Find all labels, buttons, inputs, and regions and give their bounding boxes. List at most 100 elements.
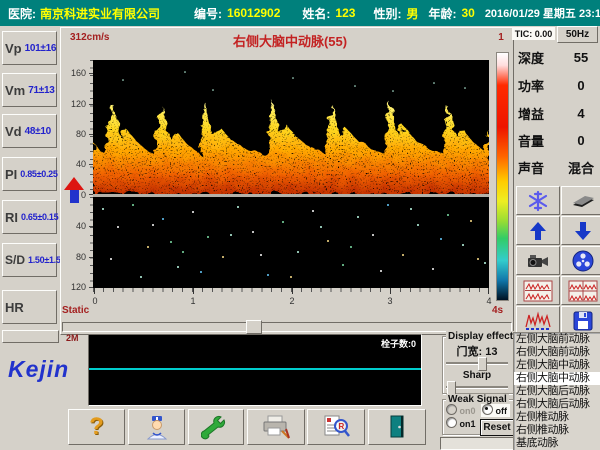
patient-header-bar: 医院: 南京科进实业有限公司 编号: 16012902 姓名: 123 性别: …	[0, 0, 600, 26]
baseline-down-button[interactable]	[561, 216, 600, 245]
sharp-label: Sharp	[446, 370, 508, 381]
artery-item-0[interactable]: 左侧大脑前动脉	[514, 333, 600, 346]
save-button[interactable]	[561, 306, 600, 335]
replay-button[interactable]	[561, 246, 600, 275]
x-major-tick	[292, 288, 293, 294]
sharp-slider-thumb[interactable]	[447, 381, 456, 395]
param-row-pi: PI 0.85±0.25	[2, 157, 57, 191]
help-button[interactable]: ?	[68, 409, 125, 445]
reset-button[interactable]: Reset	[480, 419, 514, 436]
question-mark-icon: ?	[89, 413, 104, 441]
spectrum-waveform	[93, 60, 489, 194]
x-tick-1: 1	[186, 296, 200, 306]
gender-label: 性别:	[373, 5, 401, 22]
gain-value: 4	[564, 106, 598, 121]
artery-item-1[interactable]: 右侧大脑前动脉	[514, 346, 600, 359]
settings-button[interactable]	[188, 409, 244, 445]
weak-signal-on1-option[interactable]: on1	[446, 417, 476, 429]
quad-trace-view-button[interactable]	[561, 276, 600, 305]
artery-item-5[interactable]: 右侧大脑后动脉	[514, 398, 600, 411]
spectrum-noise-specks	[122, 71, 466, 92]
volume-value: 0	[564, 133, 598, 148]
reverse-channel-display[interactable]	[93, 197, 489, 288]
patient-name-label: 姓名:	[302, 5, 330, 22]
freeze-button[interactable]	[516, 186, 560, 215]
printer-icon	[260, 413, 292, 441]
display-effect-title: Display effect	[446, 331, 515, 342]
filter-frequency-button[interactable]: 50Hz	[557, 26, 598, 43]
on0-label: on0	[460, 406, 476, 416]
spectrum-mode-button[interactable]	[516, 306, 560, 335]
gate-width-value: 13	[485, 346, 497, 358]
x-tick-2: 2	[285, 296, 299, 306]
power-row: 功率 0	[518, 76, 598, 94]
weak-signal-off-option[interactable]: off	[481, 404, 510, 417]
hr-label: HR	[5, 300, 24, 315]
time-scrollbar-track[interactable]	[62, 322, 512, 332]
print-button[interactable]	[247, 409, 305, 445]
tcd-application-window: 医院: 南京科进实业有限公司 编号: 16012902 姓名: 123 性别: …	[0, 0, 600, 450]
patient-name-value: 123	[335, 6, 355, 20]
single-trace-view-button[interactable]	[516, 276, 560, 305]
gate-width-slider-track[interactable]	[446, 362, 508, 365]
volume-row: 音量 0	[518, 131, 598, 149]
baseline-up-button[interactable]	[516, 216, 560, 245]
film-reel-icon	[571, 249, 595, 273]
vessel-title: 右侧大脑中动脉(55)	[110, 31, 470, 50]
artery-item-4[interactable]: 左侧大脑后动脉	[514, 385, 600, 398]
envelope-tool-button[interactable]	[561, 186, 600, 215]
mmode-display[interactable]: 栓子数:0	[88, 334, 422, 406]
artery-item-2[interactable]: 左侧大脑中动脉	[514, 359, 600, 372]
artery-item-8[interactable]: 基底动脉	[514, 437, 600, 450]
param-row-vp: Vp 101±16	[2, 31, 57, 65]
age-label: 年龄:	[428, 5, 456, 22]
depth-row: 深度 55	[518, 48, 598, 66]
gate-width-row: 门宽: 13	[446, 343, 508, 359]
x-major-tick	[94, 288, 95, 294]
time-scrollbar-thumb[interactable]	[246, 320, 262, 334]
depth-label: 深度	[518, 48, 544, 67]
y-tick-neg80: 80	[62, 252, 86, 262]
x-major-tick	[193, 288, 194, 294]
pi-label: PI	[5, 167, 17, 182]
y-tick-80: 80	[62, 129, 86, 139]
sd-label: S/D	[5, 253, 25, 267]
hospital-value: 南京科进实业有限公司	[40, 5, 160, 22]
sidebar-spacer-panel	[2, 330, 59, 343]
tic-indicator: TIC: 0.00	[512, 27, 555, 40]
param-row-sd: S/D 1.50±1.50	[2, 243, 57, 277]
gate-width-slider-thumb[interactable]	[478, 357, 487, 371]
exit-button[interactable]	[368, 409, 426, 445]
down-arrow-icon	[571, 220, 595, 242]
radio-icon	[446, 417, 457, 428]
report-magnifier-icon: R	[321, 413, 351, 441]
vd-value: 48±10	[25, 126, 51, 137]
artery-item-3-selected[interactable]: 右侧大脑中动脉	[514, 372, 600, 385]
doppler-spectrum-display[interactable]	[93, 60, 489, 194]
power-label: 功率	[518, 76, 544, 95]
patient-id-value: 16012902	[227, 6, 280, 20]
record-button[interactable]	[516, 246, 560, 275]
intensity-colorbar	[496, 52, 509, 301]
doctor-icon	[143, 413, 171, 441]
status-field	[440, 437, 514, 450]
velocity-scale-label: 312cm/s	[70, 32, 109, 43]
hospital-label: 医院:	[8, 5, 36, 22]
artery-item-7[interactable]: 右侧椎动脉	[514, 424, 600, 437]
baseline-marker-arrow[interactable]	[63, 177, 85, 207]
vp-value: 101±16	[25, 43, 57, 54]
y-tick-160: 160	[62, 68, 86, 78]
patient-id-label: 编号:	[194, 5, 222, 22]
artery-list[interactable]: 左侧大脑前动脉 右侧大脑前动脉 左侧大脑中动脉 右侧大脑中动脉 左侧大脑后动脉 …	[513, 332, 600, 450]
patient-info-button[interactable]	[128, 409, 185, 445]
sound-label: 声音	[518, 158, 544, 177]
arrow-stem-icon	[70, 190, 79, 203]
gender-value: 男	[406, 5, 418, 22]
brand-logo: Kejin	[8, 356, 69, 383]
report-button[interactable]: R	[307, 409, 365, 445]
artery-item-6[interactable]: 左侧椎动脉	[514, 411, 600, 424]
sound-value: 混合	[564, 158, 598, 177]
reverse-channel-specks	[93, 197, 489, 288]
weak-signal-on0-option[interactable]: on0	[446, 404, 476, 416]
x-tick-0: 0	[88, 296, 102, 306]
